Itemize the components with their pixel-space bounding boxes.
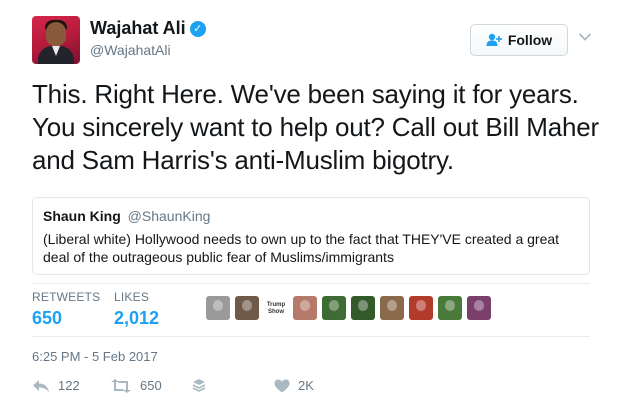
liker-avatar[interactable] bbox=[206, 296, 230, 320]
heart-icon bbox=[274, 379, 290, 392]
divider bbox=[32, 336, 590, 337]
author-name-label[interactable]: Wajahat Ali bbox=[90, 18, 186, 38]
likes-label: LIKES bbox=[114, 290, 150, 304]
retweets-stat[interactable]: RETWEETS 650 bbox=[32, 290, 100, 329]
retweets-label: RETWEETS bbox=[32, 290, 101, 304]
quoted-author-name: Shaun King bbox=[43, 208, 121, 224]
layers-icon bbox=[192, 379, 206, 392]
add-user-icon bbox=[486, 33, 502, 46]
quoted-tweet[interactable]: Shaun King @ShaunKing (Liberal white) Ho… bbox=[32, 197, 590, 275]
liker-avatar[interactable] bbox=[409, 296, 433, 320]
liker-avatar[interactable] bbox=[322, 296, 346, 320]
liker-avatar-label: Trump Show bbox=[266, 302, 286, 315]
retweet-count: 650 bbox=[140, 378, 162, 393]
author-handle[interactable]: @WajahatAli bbox=[90, 42, 171, 58]
divider bbox=[32, 283, 590, 284]
author-name[interactable]: Wajahat Ali ✓ bbox=[90, 18, 206, 39]
buffer-button[interactable] bbox=[192, 378, 214, 392]
timestamp[interactable]: 6:25 PM - 5 Feb 2017 bbox=[32, 349, 158, 364]
likes-count: 2,012 bbox=[114, 308, 160, 328]
verified-badge-icon: ✓ bbox=[189, 21, 206, 37]
quoted-tweet-text: (Liberal white) Hollywood needs to own u… bbox=[43, 231, 560, 265]
tweet-text: This. Right Here. We've been saying it f… bbox=[32, 79, 599, 175]
like-button[interactable]: 2K bbox=[274, 378, 314, 393]
retweet-icon bbox=[111, 378, 131, 393]
reply-count: 122 bbox=[58, 378, 80, 393]
quoted-author-handle: @ShaunKing bbox=[127, 208, 211, 224]
avatar[interactable] bbox=[32, 16, 80, 64]
quoted-tweet-header: Shaun King @ShaunKing bbox=[43, 208, 579, 224]
like-count: 2K bbox=[298, 378, 314, 393]
chevron-down-icon[interactable] bbox=[578, 32, 592, 42]
liker-avatar[interactable] bbox=[438, 296, 462, 320]
follow-button-label: Follow bbox=[507, 32, 553, 48]
liker-avatar[interactable] bbox=[235, 296, 259, 320]
liker-avatar[interactable] bbox=[293, 296, 317, 320]
liker-avatars: Trump Show bbox=[206, 296, 496, 320]
liker-avatar[interactable]: Trump Show bbox=[264, 296, 288, 320]
follow-button[interactable]: Follow bbox=[470, 24, 568, 56]
liker-avatar[interactable] bbox=[467, 296, 491, 320]
reply-icon bbox=[33, 379, 49, 392]
retweets-count: 650 bbox=[32, 308, 63, 328]
liker-avatar[interactable] bbox=[351, 296, 375, 320]
reply-button[interactable]: 122 bbox=[32, 378, 80, 393]
likes-stat[interactable]: LIKES 2,012 bbox=[114, 290, 159, 329]
liker-avatar[interactable] bbox=[380, 296, 404, 320]
retweet-button[interactable]: 650 bbox=[110, 378, 162, 393]
